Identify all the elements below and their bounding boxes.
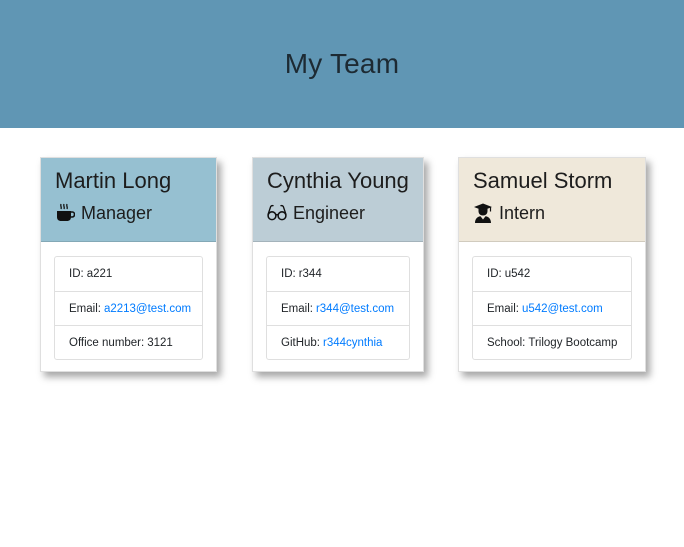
id-label: ID:	[281, 268, 296, 280]
employee-name: Cynthia Young	[267, 168, 409, 193]
employee-name: Martin Long	[55, 168, 172, 193]
school-label: School:	[487, 336, 526, 349]
card-header: Martin Long Manager	[41, 158, 216, 242]
email-row: Email: a2213@test.com	[55, 291, 202, 325]
email-label: Email:	[487, 302, 519, 315]
email-link[interactable]: r344@test.com	[316, 303, 394, 315]
role-label: Manager	[81, 203, 153, 223]
github-link[interactable]: r344cynthia	[323, 337, 382, 349]
office-number-label: Office number:	[69, 336, 145, 349]
email-label: Email:	[69, 302, 101, 315]
role-label: Intern	[499, 203, 546, 223]
id-label: ID:	[487, 268, 502, 280]
id-value: a221	[86, 268, 113, 280]
email-label: Email:	[281, 302, 313, 315]
employee-name: Samuel Storm	[473, 168, 613, 193]
id-value: r344	[298, 268, 322, 280]
card-body: ID: u542 Email: u542@test.com School: Tr…	[459, 242, 645, 360]
info-list: ID: u542 Email: u542@test.com School: Tr…	[472, 256, 632, 360]
card-body: ID: r344 Email: r344@test.com GitHub: r3…	[253, 242, 423, 360]
school-row: School: Trilogy Bootcamp	[473, 325, 631, 359]
employee-role: Intern	[473, 202, 631, 224]
page-header: My Team	[0, 0, 684, 128]
email-link[interactable]: a2213@test.com	[104, 303, 191, 315]
employee-card-manager: Martin Long Manager ID: a221 Email: a221…	[40, 157, 217, 372]
github-row: GitHub: r344cynthia	[267, 325, 409, 359]
info-list: ID: a221 Email: a2213@test.com Office nu…	[54, 256, 203, 360]
card-header: Cynthia Young Engineer	[253, 158, 423, 242]
school-value: Trilogy Bootcamp	[528, 336, 618, 349]
page-title: My Team	[284, 48, 400, 79]
graduate-icon	[473, 203, 493, 223]
email-row: Email: r344@test.com	[267, 291, 409, 325]
office-number-value: 3121	[147, 336, 173, 349]
employee-card-intern: Samuel Storm Intern ID: u542 Email: u542…	[458, 157, 646, 372]
employee-role: Engineer	[267, 202, 409, 224]
id-row: ID: u542	[473, 257, 631, 291]
github-label: GitHub:	[281, 336, 320, 349]
card-header: Samuel Storm Intern	[459, 158, 645, 242]
card-body: ID: a221 Email: a2213@test.com Office nu…	[41, 242, 216, 360]
employee-role: Manager	[55, 202, 202, 224]
glasses-icon	[267, 203, 287, 223]
id-row: ID: r344	[267, 257, 409, 291]
coffee-icon	[55, 203, 75, 223]
employee-card-engineer: Cynthia Young Engineer ID: r344 Email: r…	[252, 157, 424, 372]
id-label: ID:	[69, 268, 84, 280]
id-row: ID: a221	[55, 257, 202, 291]
id-value: u542	[504, 268, 531, 280]
email-link[interactable]: u542@test.com	[522, 303, 603, 315]
office-number-row: Office number: 3121	[55, 325, 202, 359]
info-list: ID: r344 Email: r344@test.com GitHub: r3…	[266, 256, 410, 360]
role-label: Engineer	[293, 203, 366, 223]
email-row: Email: u542@test.com	[473, 291, 631, 325]
